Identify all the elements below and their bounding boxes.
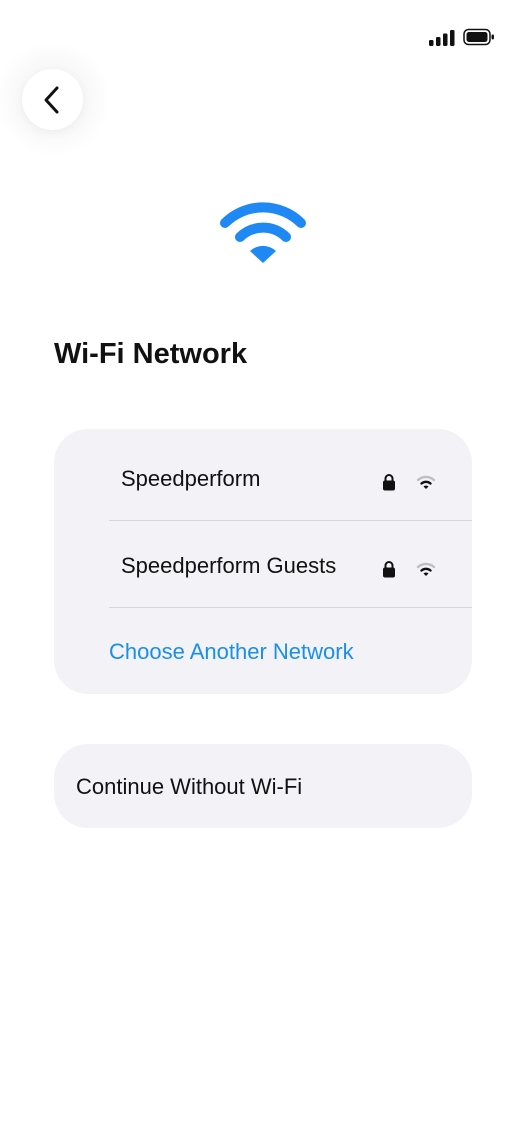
lock-icon (383, 561, 395, 578)
network-name: Speedperform Guests (121, 553, 337, 578)
network-list: Speedperform Speedperform Guests Choose … (54, 429, 472, 694)
network-name: Speedperform (121, 466, 261, 491)
status-bar (429, 28, 509, 48)
back-button[interactable] (22, 69, 83, 130)
wifi-icon (220, 202, 306, 263)
network-row-speedperform[interactable]: Speedperform (54, 433, 472, 520)
divider (109, 607, 472, 608)
cellular-signal-icon (429, 30, 455, 46)
wifi-signal-icon (416, 562, 436, 576)
chevron-left-icon (44, 86, 59, 114)
page-title: Wi-Fi Network (54, 338, 248, 370)
battery-icon (463, 28, 494, 46)
lock-icon (383, 474, 395, 491)
choose-another-network-link[interactable]: Choose Another Network (109, 639, 354, 665)
wifi-signal-icon (416, 475, 436, 489)
continue-without-wifi-label: Continue Without Wi-Fi (76, 774, 303, 799)
network-row-speedperform-guests[interactable]: Speedperform Guests (54, 520, 472, 607)
continue-without-wifi-button[interactable]: Continue Without Wi-Fi (54, 744, 472, 828)
